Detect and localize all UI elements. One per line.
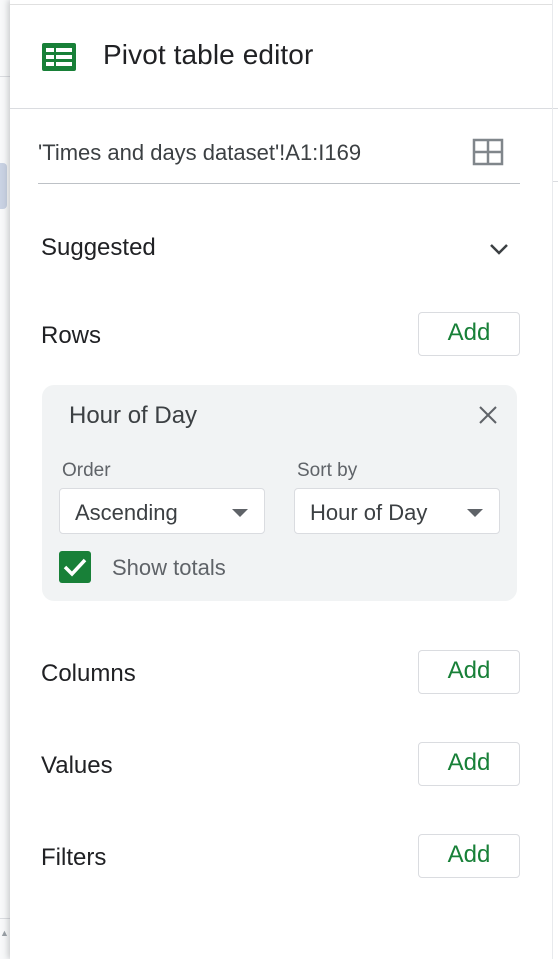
google-sheets-icon xyxy=(42,43,76,71)
sheet-footer-divider xyxy=(0,918,10,919)
sheet-selected-cell xyxy=(0,163,7,209)
close-icon[interactable] xyxy=(478,405,498,425)
chevron-down-icon[interactable] xyxy=(488,241,510,257)
sheet-header-divider xyxy=(0,76,10,77)
show-totals-label: Show totals xyxy=(112,555,226,580)
sort-by-select-value: Hour of Day xyxy=(310,500,428,525)
data-range-field[interactable]: 'Times and days dataset'!A1:I169 xyxy=(38,130,520,184)
columns-label: Columns xyxy=(41,660,136,687)
right-edge-divider xyxy=(553,108,558,109)
data-range-text: 'Times and days dataset'!A1:I169 xyxy=(38,140,362,165)
filters-label: Filters xyxy=(41,844,107,871)
rows-label: Rows xyxy=(41,322,102,349)
dropdown-arrow-icon xyxy=(232,509,248,517)
right-scroll-edge xyxy=(552,0,558,959)
add-values-button[interactable]: Add xyxy=(418,742,520,786)
pivot-table-editor-panel: Pivot table editor 'Times and days datas… xyxy=(10,0,558,959)
add-columns-button[interactable]: Add xyxy=(418,650,520,694)
panel-title: Pivot table editor xyxy=(103,39,314,70)
sheet-scroll-caret-icon[interactable]: ▲ xyxy=(0,926,9,940)
row-field-title: Hour of Day xyxy=(69,402,198,429)
sort-by-select[interactable]: Hour of Day xyxy=(294,488,500,534)
order-label: Order xyxy=(62,460,111,481)
values-label: Values xyxy=(41,752,113,779)
checkmark-icon xyxy=(63,558,87,577)
grid-select-icon[interactable] xyxy=(472,138,504,166)
right-edge-divider xyxy=(553,181,558,182)
order-select-value: Ascending xyxy=(75,500,178,525)
suggested-label[interactable]: Suggested xyxy=(41,234,156,262)
dropdown-arrow-icon xyxy=(467,509,483,517)
sort-by-label: Sort by xyxy=(297,460,358,481)
add-rows-button[interactable]: Add xyxy=(418,312,520,356)
row-field-card: Hour of Day Order Sort by Ascending Hour… xyxy=(42,385,517,601)
order-select[interactable]: Ascending xyxy=(59,488,265,534)
sheet-background-edge: ▲ xyxy=(0,0,10,959)
panel-header: Pivot table editor xyxy=(10,5,558,109)
show-totals-checkbox[interactable] xyxy=(59,551,91,583)
add-filters-button[interactable]: Add xyxy=(418,834,520,878)
